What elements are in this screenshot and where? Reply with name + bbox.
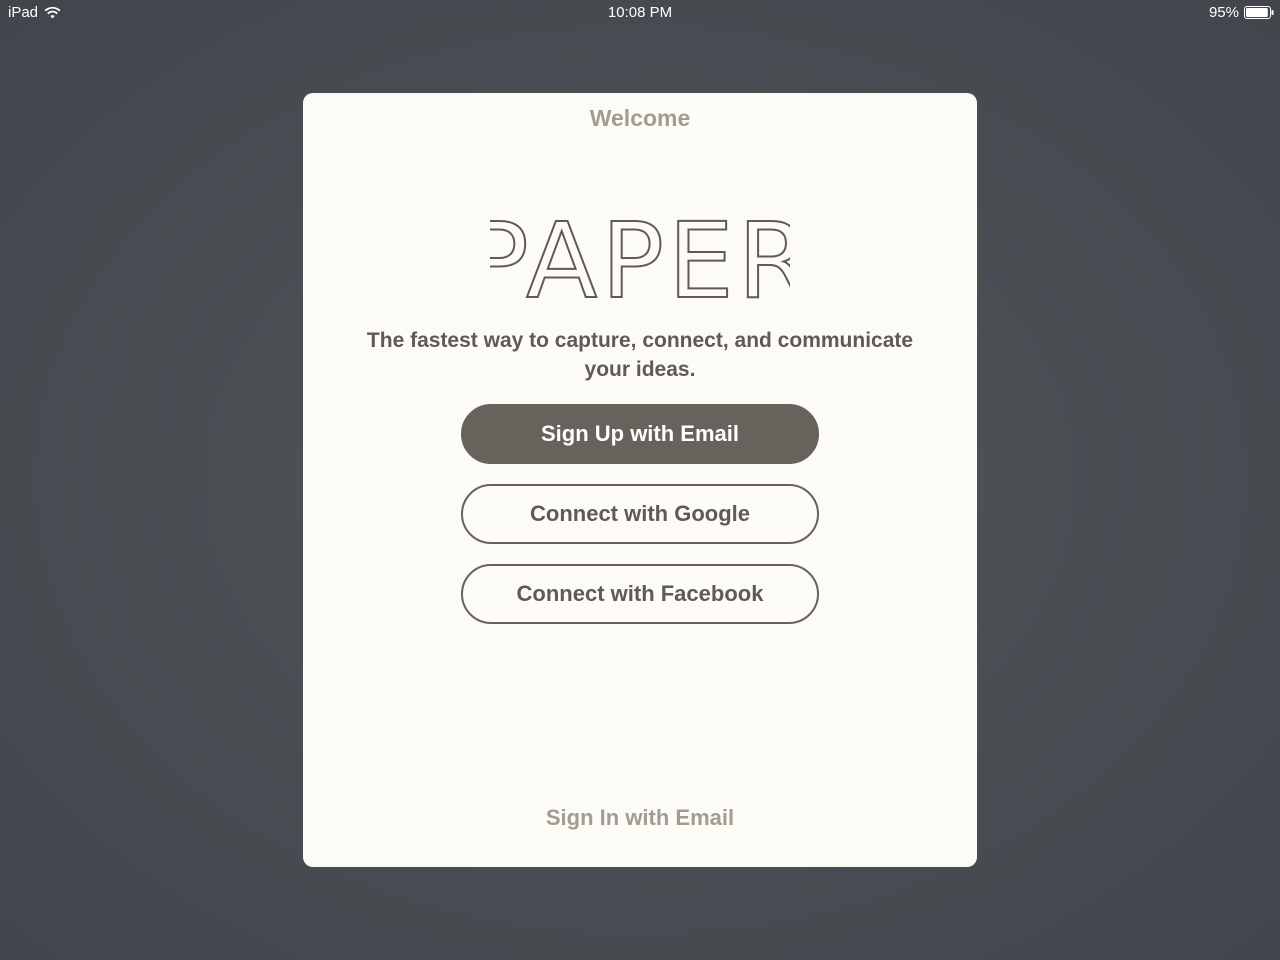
sign-up-email-button[interactable]: Sign Up with Email: [461, 404, 819, 464]
paper-logo: PAPER: [303, 215, 977, 305]
welcome-title: Welcome: [589, 105, 691, 131]
status-right: 95%: [1209, 4, 1274, 21]
sign-in-email-link[interactable]: Sign In with Email: [303, 805, 977, 831]
battery-icon: [1244, 6, 1274, 19]
logo-text: PAPER: [490, 215, 790, 305]
connect-facebook-button[interactable]: Connect with Facebook: [461, 564, 819, 624]
connect-google-button[interactable]: Connect with Google: [461, 484, 819, 544]
status-bar: iPad 10:08 PM 95%: [0, 0, 1280, 26]
tagline: The fastest way to capture, connect, and…: [366, 329, 914, 381]
status-time: 10:08 PM: [607, 4, 673, 21]
welcome-card: Welcome PAPER The fastest way to capture…: [303, 93, 977, 867]
battery-percent: 95%: [1208, 4, 1239, 21]
paper-logo-mark: PAPER: [490, 215, 790, 305]
